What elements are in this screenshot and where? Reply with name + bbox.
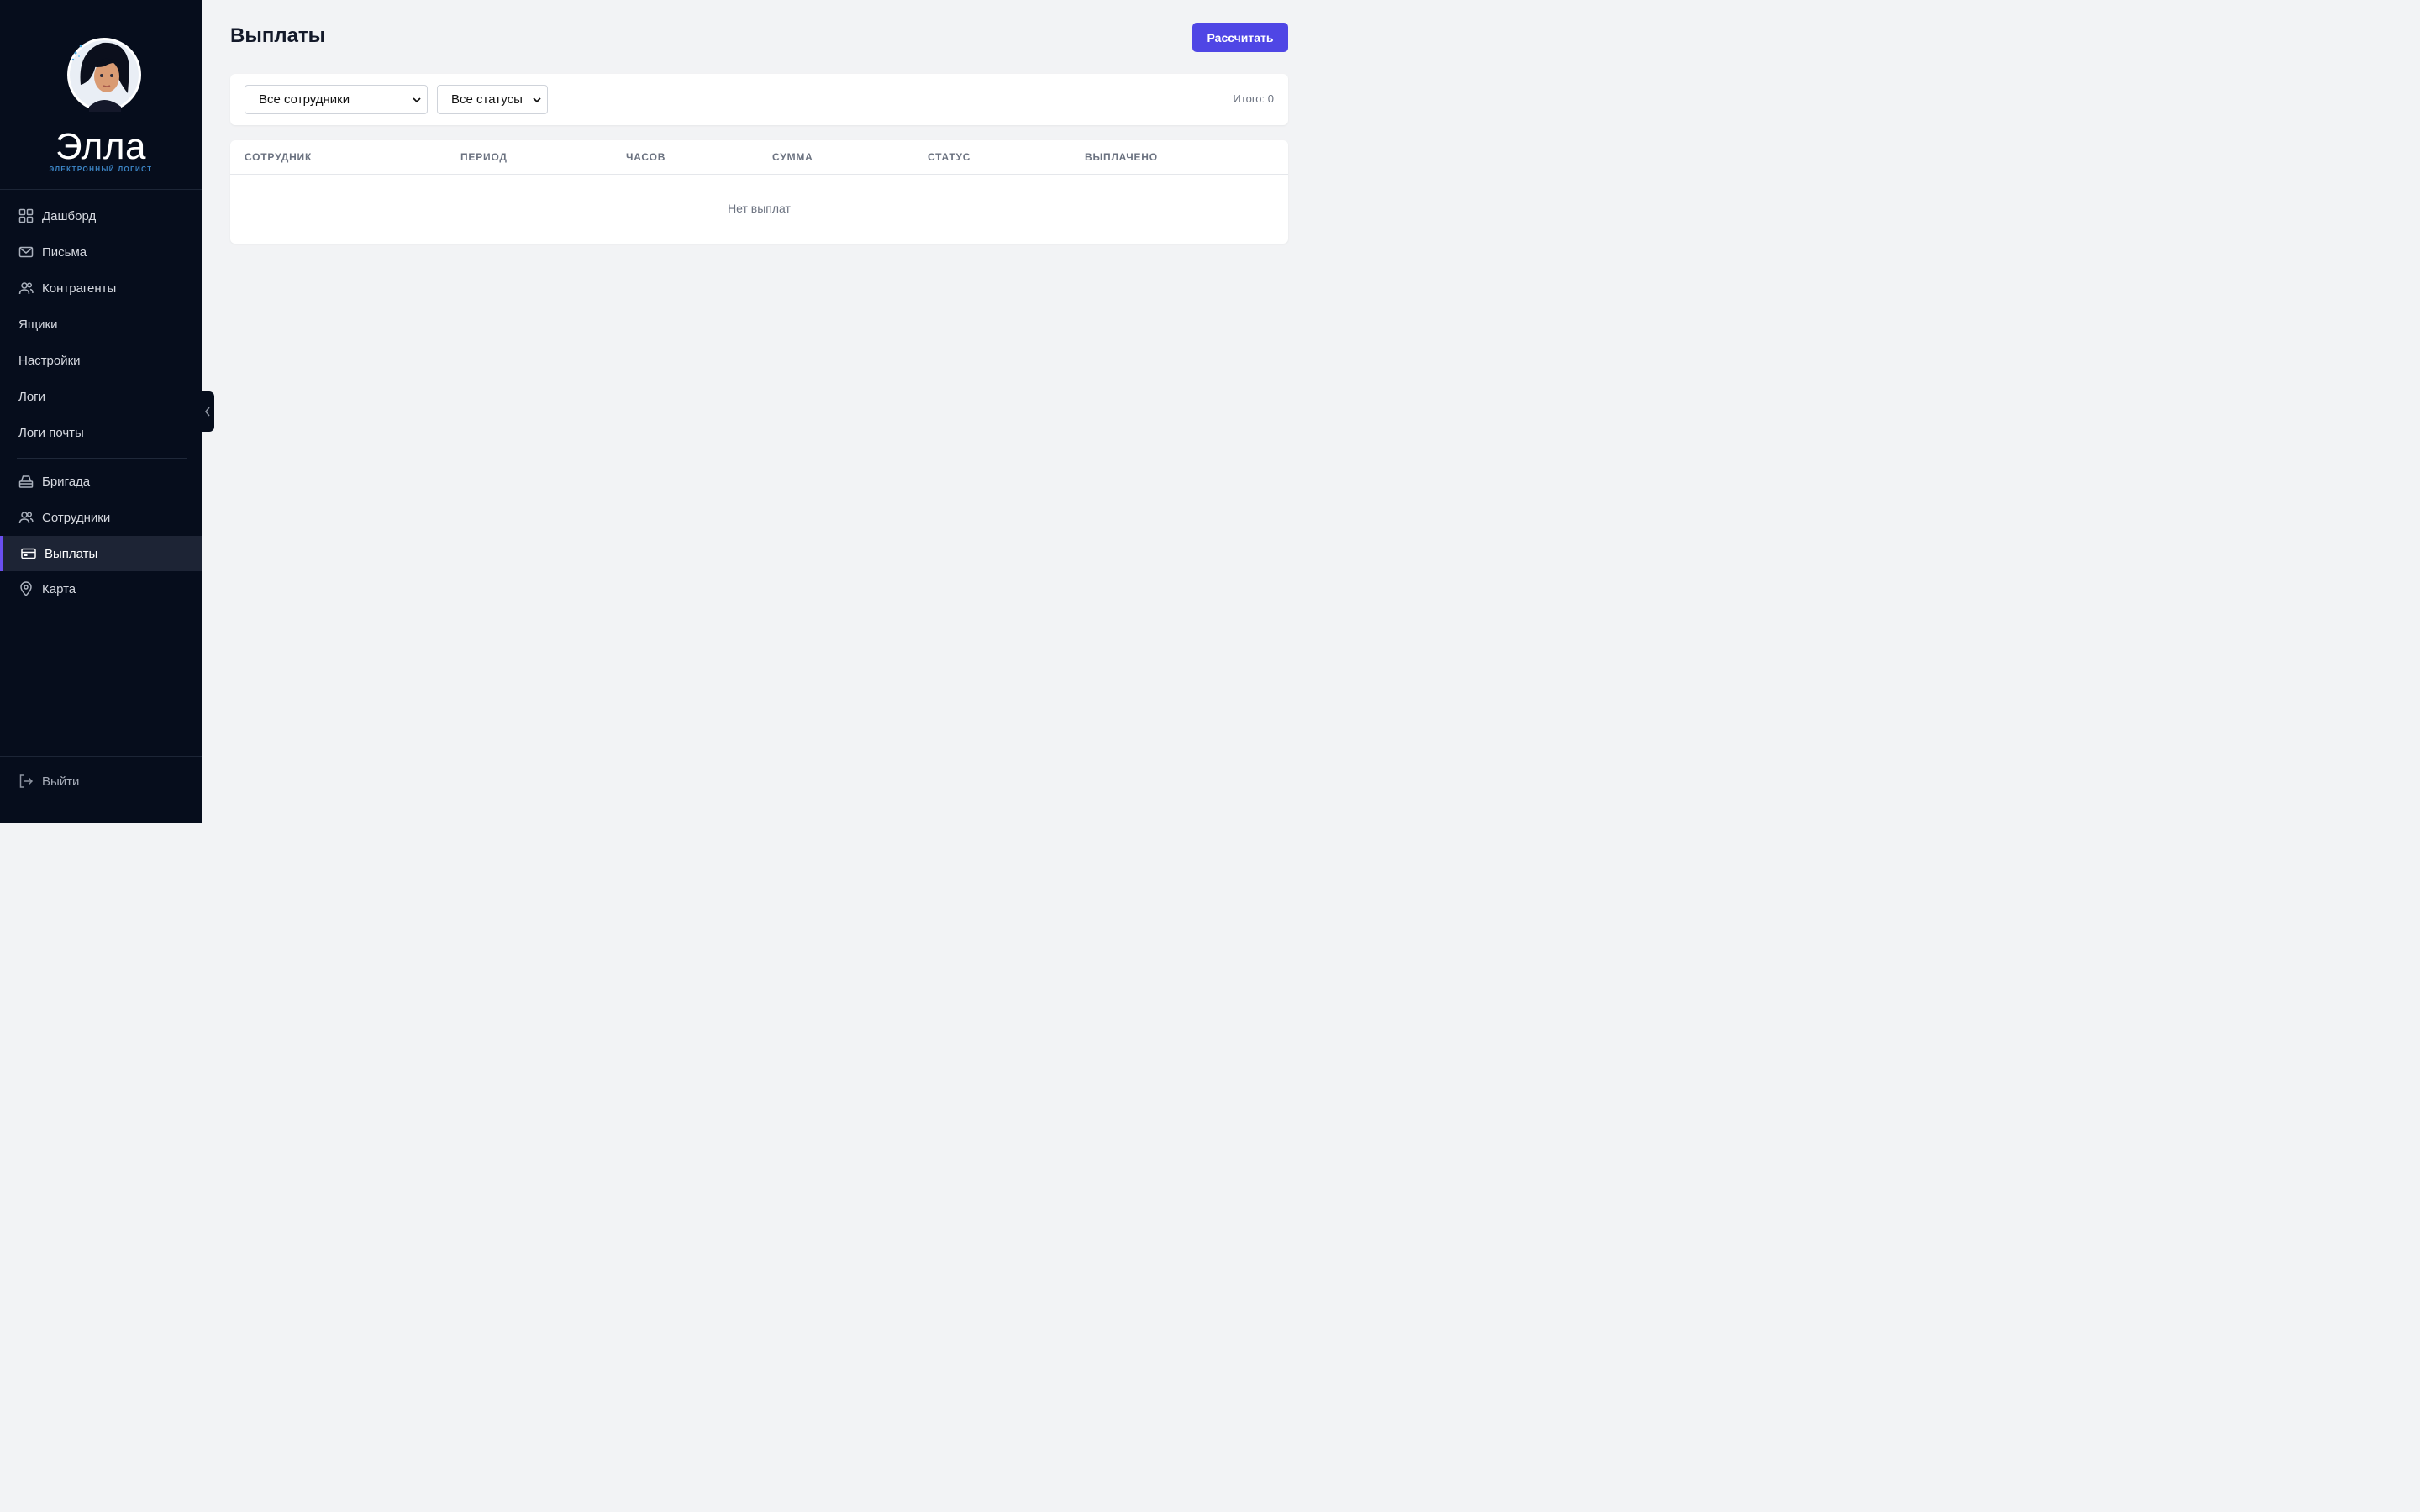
sidebar-item-payouts[interactable]: Выплаты [0, 536, 202, 571]
sidebar-item-label: Бригада [42, 474, 91, 489]
sidebar-item-settings[interactable]: Настройки [0, 343, 202, 378]
credit-card-icon [21, 546, 36, 561]
column-header-status[interactable]: СТАТУС [928, 151, 971, 163]
grid-icon [18, 208, 34, 223]
status-filter-select[interactable]: Все статусы [437, 85, 548, 114]
brand-block: Элла ЭЛЕКТРОННЫЙ ЛОГИСТ [0, 0, 202, 190]
sidebar-item-label: Выплаты [45, 546, 98, 561]
sidebar-item-label: Контрагенты [42, 281, 117, 296]
chevron-down-icon [413, 97, 421, 103]
chevron-down-icon [533, 97, 541, 103]
column-header-hours[interactable]: ЧАСОВ [626, 151, 666, 163]
status-filter-value: Все статусы [451, 92, 523, 107]
logout-label: Выйти [42, 774, 80, 789]
brand-name: Элла [55, 126, 146, 167]
app-root: Элла ЭЛЕКТРОННЫЙ ЛОГИСТ Дашборд Письма К… [0, 0, 1318, 823]
employee-filter-select[interactable]: Все сотрудники [245, 85, 428, 114]
avatar-logo [67, 38, 141, 112]
column-header-employee[interactable]: СОТРУДНИК [245, 151, 312, 163]
empty-state-message: Нет выплат [728, 202, 791, 215]
sidebar-item-label: Дашборд [42, 208, 97, 223]
column-header-paid[interactable]: ВЫПЛАЧЕНО [1085, 151, 1158, 163]
sidebar-item-map[interactable]: Карта [0, 571, 202, 606]
sidebar-item-dashboard[interactable]: Дашборд [0, 198, 202, 234]
page-title: Выплаты [230, 24, 326, 47]
sidebar-item-label: Настройки [18, 353, 81, 368]
sidebar-item-mail-logs[interactable]: Логи почты [0, 415, 202, 450]
sidebar-item-label: Сотрудники [42, 510, 111, 525]
users-icon [18, 510, 34, 525]
sidebar-item-employees[interactable]: Сотрудники [0, 500, 202, 535]
sidebar-divider [17, 458, 187, 459]
logout-icon [18, 774, 34, 789]
users-icon [18, 281, 34, 296]
column-header-amount[interactable]: СУММА [772, 151, 813, 163]
sidebar-item-label: Логи [18, 389, 46, 404]
total-count: Итого: 0 [1233, 92, 1274, 105]
sidebar-item-mailboxes[interactable]: Ящики [0, 307, 202, 342]
column-header-period[interactable]: ПЕРИОД [460, 151, 508, 163]
sidebar: Элла ЭЛЕКТРОННЫЙ ЛОГИСТ Дашборд Письма К… [0, 0, 214, 823]
sidebar-item-label: Логи почты [18, 425, 84, 440]
main-content: Выплаты Рассчитать Все сотрудники Все ст… [202, 0, 1318, 823]
sidebar-item-logs[interactable]: Логи [0, 379, 202, 414]
filters-panel: Все сотрудники Все статусы Итого: 0 [230, 74, 1288, 125]
briefcase-icon [18, 474, 34, 489]
payouts-table: СОТРУДНИК ПЕРИОД ЧАСОВ СУММА СТАТУС ВЫПЛ… [230, 140, 1288, 244]
brand-subtitle: ЭЛЕКТРОННЫЙ ЛОГИСТ [49, 165, 153, 173]
map-pin-icon [18, 581, 34, 596]
sidebar-item-label: Ящики [18, 317, 58, 332]
sidebar-bottom-divider [0, 756, 202, 757]
sidebar-item-label: Карта [42, 581, 76, 596]
sidebar-item-label: Письма [42, 244, 87, 260]
table-header: СОТРУДНИК ПЕРИОД ЧАСОВ СУММА СТАТУС ВЫПЛ… [230, 140, 1288, 175]
sidebar-item-contractors[interactable]: Контрагенты [0, 270, 202, 306]
calculate-button[interactable]: Рассчитать [1192, 23, 1288, 52]
sidebar-item-brigade[interactable]: Бригада [0, 464, 202, 499]
employee-filter-value: Все сотрудники [259, 92, 350, 107]
logout-button[interactable]: Выйти [0, 764, 202, 799]
mail-icon [18, 244, 34, 260]
sidebar-item-mail[interactable]: Письма [0, 234, 202, 270]
